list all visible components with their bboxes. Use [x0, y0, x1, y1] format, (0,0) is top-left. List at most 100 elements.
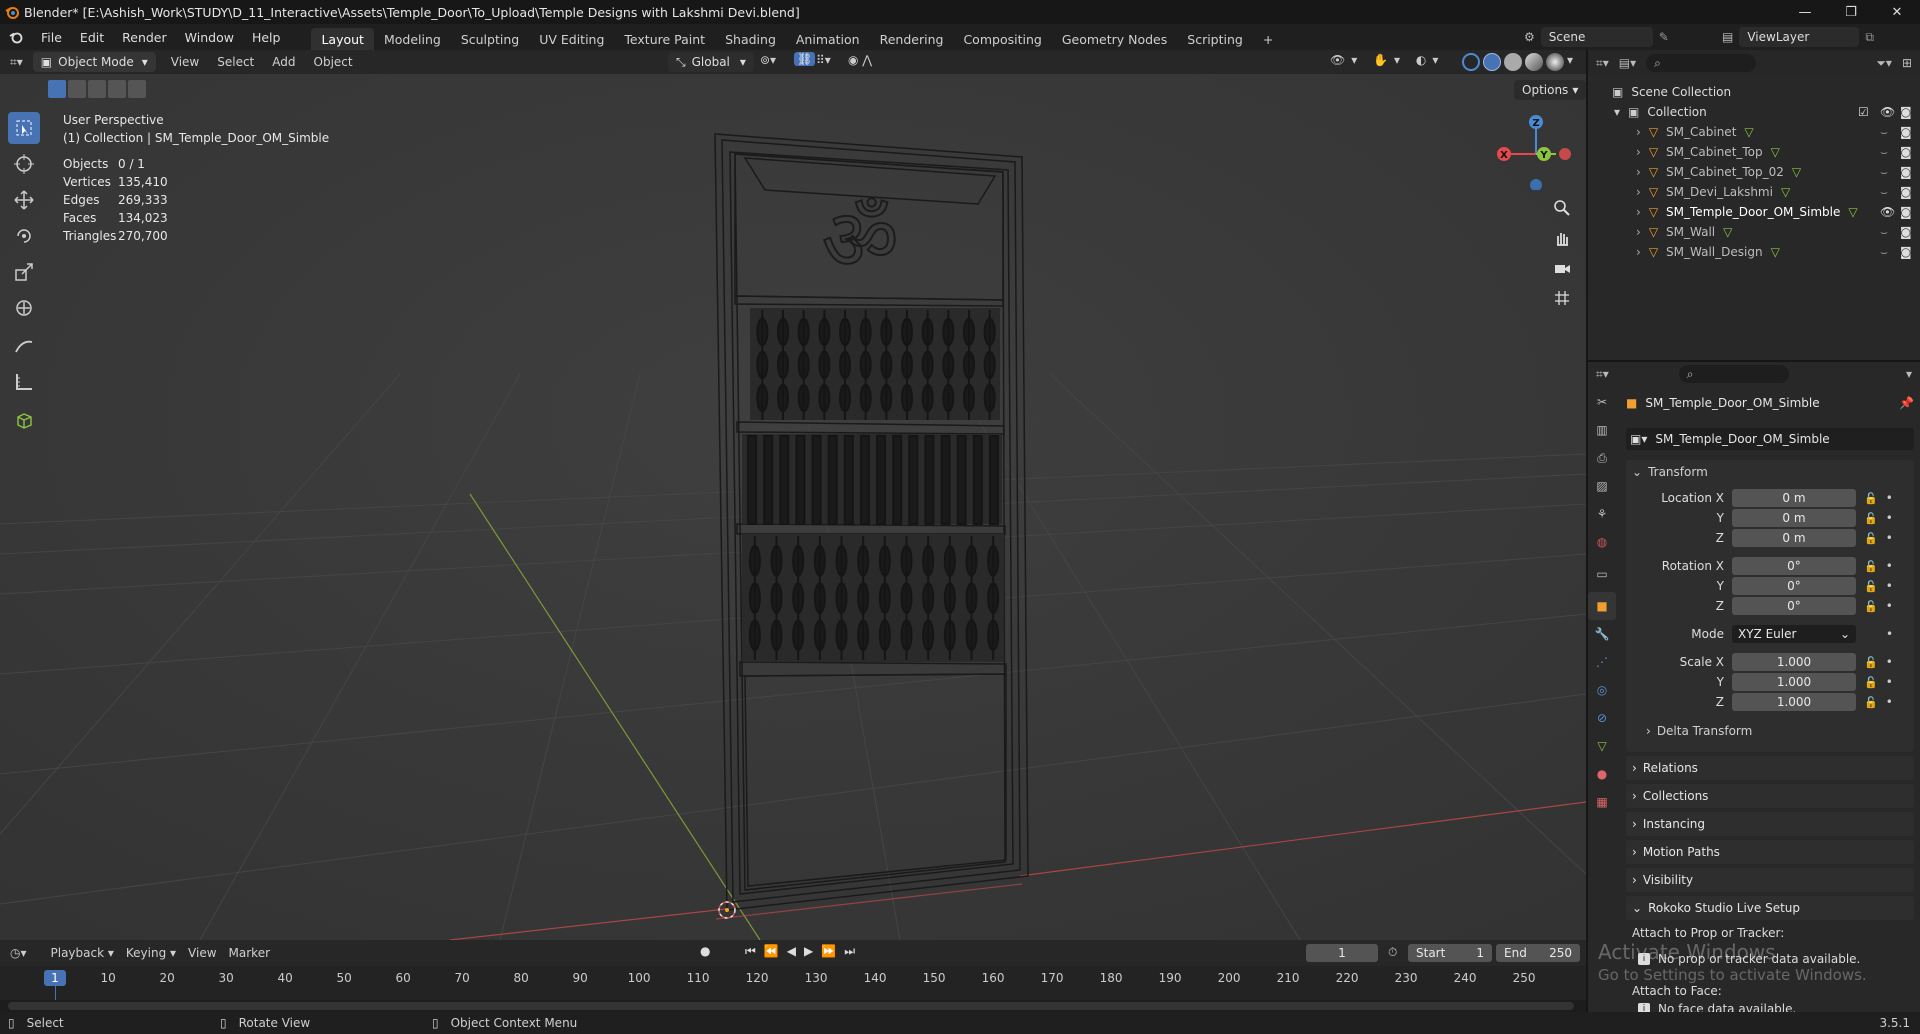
jump-end-icon[interactable]: ⏭: [844, 944, 855, 959]
transform-tool[interactable]: [8, 292, 40, 324]
add-workspace-button[interactable]: +: [1253, 28, 1283, 50]
expand-arrow-icon[interactable]: ›: [1636, 205, 1641, 219]
measure-tool[interactable]: [8, 366, 40, 398]
tab-rendering[interactable]: Rendering: [870, 28, 954, 50]
keyframe-dot-icon[interactable]: •: [1886, 579, 1893, 593]
menu-edit[interactable]: Edit: [71, 24, 113, 50]
keyframe-dot-icon[interactable]: •: [1886, 599, 1893, 613]
scene-selector[interactable]: ⚙ Scene ✎: [1524, 27, 1669, 47]
eye-closed-icon[interactable]: ⌣: [1880, 145, 1888, 160]
zoom-icon[interactable]: [1548, 194, 1576, 222]
xray-toggle-icon[interactable]: [1462, 53, 1480, 71]
pivot-point-icon[interactable]: ⊚▾: [760, 53, 776, 67]
navigation-gizmo[interactable]: Z X Y: [1494, 106, 1578, 190]
select-intersect-icon[interactable]: [128, 80, 146, 98]
next-keyframe-icon[interactable]: ⏩: [821, 944, 836, 959]
outliner-collection[interactable]: ▾ ▣ Collection ☑ 👁 ◙: [1588, 102, 1920, 122]
camera-icon[interactable]: ◙: [1900, 205, 1912, 219]
mode-dropdown[interactable]: ▣ Object Mode ▾: [32, 52, 156, 72]
camera-icon[interactable]: ◙: [1900, 245, 1912, 259]
minimize-button[interactable]: —: [1782, 0, 1828, 24]
editor-type-icon[interactable]: ⌗▾: [10, 55, 23, 70]
chevron-down-icon[interactable]: ▾: [1567, 53, 1573, 71]
modifier-tab-icon[interactable]: 🔧: [1588, 620, 1616, 648]
select-box-tool[interactable]: [8, 112, 40, 144]
keyframe-dot-icon[interactable]: •: [1886, 675, 1893, 689]
keyframe-dot-icon[interactable]: •: [1886, 511, 1893, 525]
cursor-tool[interactable]: [8, 148, 40, 180]
outliner-item[interactable]: › ▽ SM_Cabinet_Top_02 ▽ ⌣ ◙: [1588, 162, 1920, 182]
lock-icon[interactable]: 🔓: [1864, 656, 1878, 669]
keyframe-dot-icon[interactable]: •: [1886, 531, 1893, 545]
viewport-menu-view[interactable]: View: [162, 55, 208, 69]
texture-tab-icon[interactable]: ▦: [1588, 788, 1616, 816]
tab-animation[interactable]: Animation: [786, 28, 870, 50]
properties-section[interactable]: › Visibility: [1626, 868, 1914, 892]
timeline-menu-marker[interactable]: Marker: [223, 946, 276, 960]
stopwatch-icon[interactable]: ⏱: [1388, 945, 1397, 960]
timeline-ruler[interactable]: 1 10 20 30 40 50 60 70 80 90 100 110 120 130 140 150 160…: [0, 966, 1586, 1000]
play-reverse-icon[interactable]: ◀: [787, 944, 796, 959]
rotation-mode-dropdown[interactable]: XYZ Euler ⌄: [1732, 625, 1856, 643]
camera-icon[interactable]: ◙: [1900, 225, 1912, 239]
rendered-shading-icon[interactable]: [1546, 53, 1564, 71]
expand-arrow-icon[interactable]: ›: [1636, 125, 1641, 139]
properties-section[interactable]: › Motion Paths: [1626, 840, 1914, 864]
outliner-item[interactable]: › ▽ SM_Cabinet_Top ▽ ⌣ ◙: [1588, 142, 1920, 162]
properties-section[interactable]: › Relations: [1626, 756, 1914, 780]
properties-section[interactable]: › Instancing: [1626, 812, 1914, 836]
expand-arrow-icon[interactable]: ›: [1636, 185, 1641, 199]
outliner-item[interactable]: › ▽ SM_Wall ▽ ⌣ ◙: [1588, 222, 1920, 242]
camera-icon[interactable]: ◙: [1900, 185, 1912, 199]
timeline-scrollbar[interactable]: [8, 1002, 1574, 1010]
keyframe-dot-icon[interactable]: •: [1886, 695, 1893, 709]
scene-tab-icon[interactable]: ⚘: [1588, 500, 1616, 528]
tab-layout[interactable]: Layout: [311, 28, 374, 50]
lock-icon[interactable]: 🔓: [1864, 492, 1878, 505]
menu-window[interactable]: Window: [176, 24, 243, 50]
keyframe-dot-icon[interactable]: •: [1886, 559, 1893, 573]
snap-target-icon[interactable]: ⠿▾: [816, 53, 831, 67]
maximize-button[interactable]: ❐: [1828, 0, 1874, 24]
properties-editor-icon[interactable]: ⌗▾: [1596, 367, 1609, 382]
lock-icon[interactable]: 🔓: [1864, 696, 1878, 709]
select-new-icon[interactable]: [48, 80, 66, 98]
pin-icon[interactable]: ✎: [1659, 30, 1669, 44]
value-field[interactable]: 1.000: [1732, 693, 1856, 711]
annotate-tool[interactable]: [8, 330, 40, 362]
start-frame-field[interactable]: Start 1: [1408, 944, 1492, 962]
current-frame-field[interactable]: 1: [1306, 944, 1378, 962]
expand-arrow-icon[interactable]: ›: [1636, 225, 1641, 239]
wireframe-shading-icon[interactable]: [1483, 53, 1501, 71]
tab-modeling[interactable]: Modeling: [374, 28, 451, 50]
previous-keyframe-icon[interactable]: ⏪: [764, 944, 779, 959]
properties-section[interactable]: › Collections: [1626, 784, 1914, 808]
close-button[interactable]: ✕: [1874, 0, 1920, 24]
camera-icon[interactable]: ◙: [1900, 105, 1912, 119]
move-tool[interactable]: [8, 184, 40, 216]
tab-sculpting[interactable]: Sculpting: [451, 28, 529, 50]
orthographic-grid-icon[interactable]: [1548, 284, 1576, 312]
pin-icon[interactable]: 📌: [1899, 396, 1914, 410]
tool-tab-icon[interactable]: ✂: [1588, 388, 1616, 416]
eye-icon[interactable]: 👁: [1880, 105, 1895, 119]
display-mode-icon[interactable]: ▤▾: [1619, 56, 1636, 70]
transform-orientation-dropdown[interactable]: ⤡ Global ▾: [668, 52, 754, 72]
new-view-layer-icon[interactable]: ⧉: [1865, 30, 1874, 45]
value-field[interactable]: 0°: [1732, 577, 1856, 595]
world-tab-icon[interactable]: ◍: [1588, 528, 1616, 556]
value-field[interactable]: 1.000: [1732, 653, 1856, 671]
eye-closed-icon[interactable]: ⌣: [1880, 125, 1888, 140]
value-field[interactable]: 0 m: [1732, 529, 1856, 547]
lock-icon[interactable]: 🔓: [1864, 676, 1878, 689]
outliner-item[interactable]: › ▽ SM_Wall_Design ▽ ⌣ ◙: [1588, 242, 1920, 262]
material-tab-icon[interactable]: ●: [1588, 760, 1616, 788]
expand-arrow-icon[interactable]: ▾: [1614, 105, 1620, 119]
options-dropdown[interactable]: Options ▾: [1514, 80, 1586, 100]
material-preview-icon[interactable]: [1525, 53, 1543, 71]
view-layer-selector[interactable]: ▤ ViewLayer ⧉: [1722, 27, 1874, 47]
expand-arrow-icon[interactable]: ›: [1636, 165, 1641, 179]
outliner-item[interactable]: › ▽ SM_Temple_Door_OM_Simble ▽ 👁 ◙: [1588, 202, 1920, 222]
lock-icon[interactable]: 🔓: [1864, 600, 1878, 613]
outliner-editor-icon[interactable]: ⌗▾: [1596, 56, 1609, 71]
